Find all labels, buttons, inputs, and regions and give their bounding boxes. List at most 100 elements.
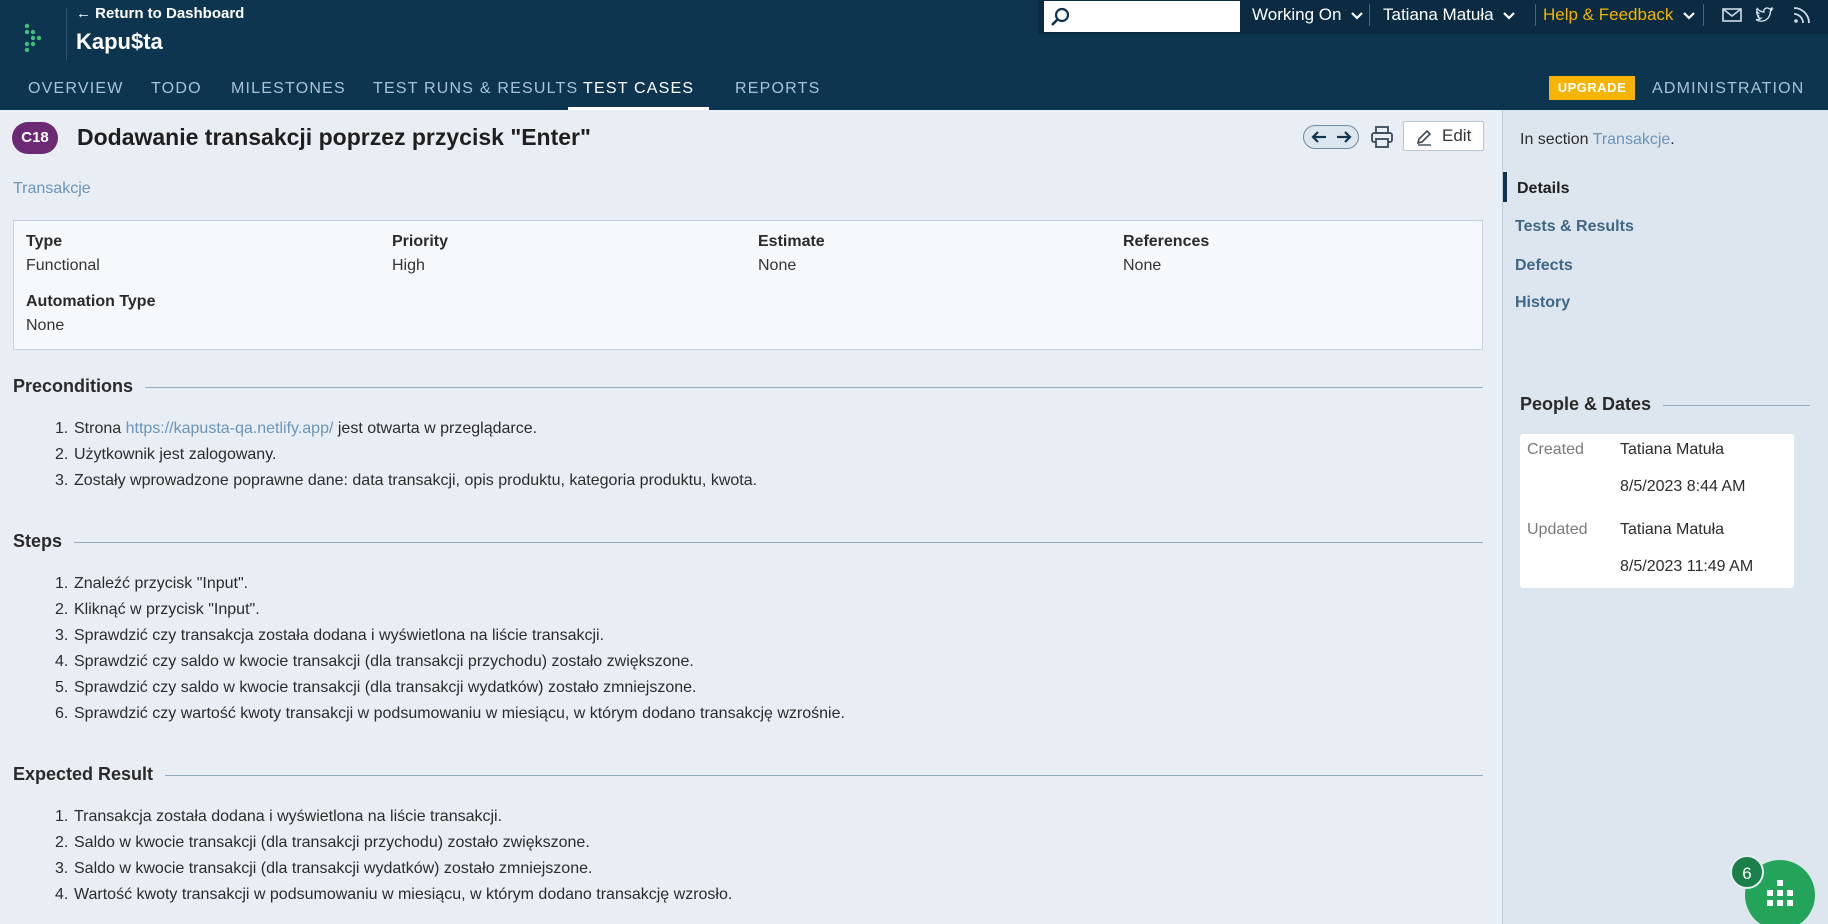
right-sidebar: In section Transakcje. Details Tests & R… [1502,110,1828,924]
top-header: ← Return to Dashboard Kapu$ta Working On… [0,0,1828,110]
item-text: Saldo w kwocie transakcji (dla transakcj… [74,860,593,877]
expected-result-header: Expected Result [13,764,1483,786]
in-section-suffix: . [1670,131,1675,148]
in-section-link[interactable]: Transakcje [1593,131,1671,148]
list-item: 2. Użytkownik jest zalogowany. [55,442,757,468]
updated-by: Tatiana Matuła [1620,521,1725,538]
field-type: Type Functional [26,233,100,275]
sidebar-tab-defects[interactable]: Defects [1515,257,1573,275]
list-item: 6. Sprawdzić czy wartość kwoty transakcji… [55,701,845,727]
item-text: jest otwarta w przeglądarce. [333,420,538,437]
item-number: 2. [55,446,69,463]
list-item: 4. Wartość kwoty transakcji w podsumowani… [55,882,732,908]
tab-test-cases[interactable]: TEST CASES [568,72,710,110]
chevron-down-icon [1503,11,1516,20]
field-automation-type-value: None [26,317,65,334]
people-dates-heading: People & Dates [1520,394,1664,415]
item-number: 6. [55,705,69,722]
tab-overview[interactable]: OVERVIEW [28,72,124,110]
logo-divider [66,8,67,60]
in-section-prefix: In section [1520,131,1593,148]
arrow-right-icon[interactable] [1335,130,1353,144]
list-item: 1. Strona https://kapusta-qa.netlify.app/… [55,416,757,442]
testrail-logo-icon[interactable] [22,22,46,52]
preconditions-header: Preconditions [13,376,1483,398]
item-text: Transakcja została dodana i wyświetlona … [74,808,503,825]
rss-icon[interactable] [1792,5,1812,25]
list-item: 3. Zostały wprowadzone poprawne dane: dat… [55,468,757,494]
working-on-menu[interactable]: Working On [1252,0,1364,30]
item-text: Sprawdzić czy saldo w kwocie transakcji … [74,653,694,670]
chevron-down-icon [1683,11,1695,20]
tab-todo[interactable]: TODO [151,72,202,110]
print-icon[interactable] [1370,125,1394,149]
sidebar-tab-details[interactable]: Details [1517,180,1569,198]
item-number: 1. [55,808,69,825]
field-estimate-label: Estimate [758,233,825,250]
twitter-icon[interactable] [1754,5,1774,25]
field-references-label: References [1123,233,1210,250]
pencil-icon [1416,129,1432,146]
expected-result-heading: Expected Result [13,764,166,785]
field-automation-type-label: Automation Type [26,293,156,310]
case-navigation [1303,125,1359,149]
field-automation-type: Automation Type None [26,293,155,335]
field-references: References None [1123,233,1209,275]
return-to-dashboard-link[interactable]: ← Return to Dashboard [76,5,244,22]
grid-icon [1767,880,1793,906]
edit-button-label: Edit [1442,126,1472,145]
item-text: Strona [74,420,126,437]
item-number: 2. [55,601,69,618]
page-title: Dodawanie transakcji poprzez przycisk "E… [77,124,591,150]
expected-result-list: 1. Transakcja została dodana i wyświetlon… [55,804,732,908]
item-number: 4. [55,886,69,903]
field-estimate-value: None [758,257,797,274]
edit-button[interactable]: Edit [1403,121,1484,151]
menu-divider [1369,4,1370,26]
created-label: Created [1527,441,1584,458]
menu-divider [1535,4,1536,26]
sidebar-tab-history[interactable]: History [1515,294,1570,312]
sidebar-tab-tests-results[interactable]: Tests & Results [1515,218,1634,236]
user-menu[interactable]: Tatiana Matuła [1383,0,1516,30]
section-breadcrumb-link[interactable]: Transakcje [13,180,91,198]
notification-badge: 6 [1730,855,1764,889]
project-name: Kapu$ta [76,29,163,54]
list-item: 3. Saldo w kwocie transakcji (dla transak… [55,856,732,882]
list-item: 5. Sprawdzić czy saldo w kwocie transakcj… [55,675,845,701]
search-input[interactable] [1044,1,1240,32]
case-fields-panel: Type Functional Priority High Estimate N… [13,220,1483,350]
list-item: 1. Transakcja została dodana i wyświetlon… [55,804,732,830]
updated-at: 8/5/2023 11:49 AM [1620,558,1754,575]
preconditions-heading: Preconditions [13,376,146,397]
preconditions-list: 1. Strona https://kapusta-qa.netlify.app/… [55,416,757,494]
item-number: 3. [55,627,69,644]
steps-heading: Steps [13,531,75,552]
item-number: 4. [55,653,69,670]
item-text: Kliknąć w przycisk "Input". [74,601,260,618]
in-section-info: In section Transakcje. [1520,131,1675,149]
administration-link[interactable]: ADMINISTRATION [1652,72,1805,106]
app-url-link[interactable]: https://kapusta-qa.netlify.app/ [126,420,334,437]
created-at: 8/5/2023 8:44 AM [1620,478,1746,495]
help-feedback-label: Help & Feedback [1543,5,1674,24]
tab-reports[interactable]: REPORTS [735,72,820,110]
field-estimate: Estimate None [758,233,825,275]
menu-divider [1703,4,1704,26]
list-item: 4. Sprawdzić czy saldo w kwocie transakcj… [55,649,845,675]
tab-milestones[interactable]: MILESTONES [231,72,346,110]
search-icon [1051,7,1070,26]
list-item: 1. Znaleźć przycisk "Input". [55,571,845,597]
item-text: Sprawdzić czy transakcja została dodana … [74,627,605,644]
upgrade-button[interactable]: UPGRADE [1549,76,1635,100]
item-number: 2. [55,834,69,851]
arrow-left-icon[interactable] [1310,130,1328,144]
mail-icon[interactable] [1722,5,1742,25]
section-divider [13,387,1483,388]
tab-test-runs-results[interactable]: TEST RUNS & RESULTS [373,72,578,110]
help-feedback-menu[interactable]: Help & Feedback [1543,0,1696,30]
section-divider [13,775,1483,776]
item-text: Sprawdzić czy wartość kwoty transakcji w… [74,705,845,722]
item-text: Sprawdzić czy saldo w kwocie transakcji … [74,679,697,696]
field-priority: Priority High [392,233,448,275]
